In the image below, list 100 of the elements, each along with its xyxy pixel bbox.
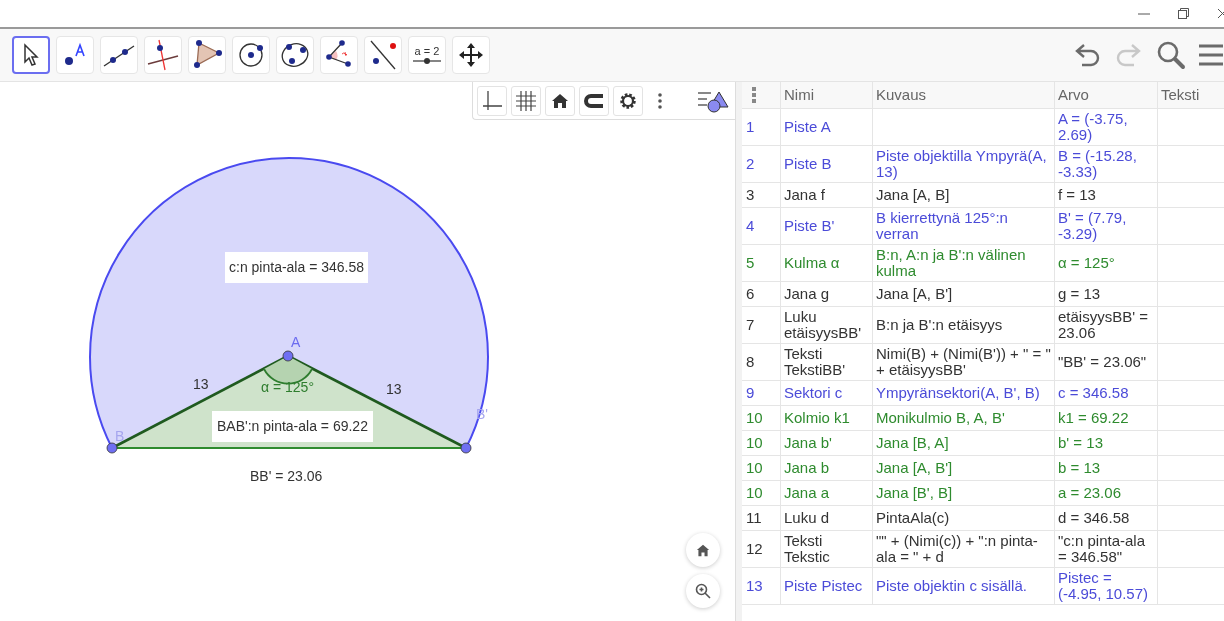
table-cell: Piste A	[780, 109, 872, 145]
table-cell-text: B kierrettynä 125°:n verran	[876, 210, 1009, 242]
table-cell: B' = (7.79, -3.29)	[1054, 208, 1157, 244]
table-cell: Teksti Tekstic	[780, 531, 872, 567]
home-icon	[696, 543, 710, 557]
table-cell: d = 346.58	[1054, 506, 1157, 530]
menu-button[interactable]	[1198, 43, 1224, 67]
more-icon	[658, 92, 662, 109]
table-cell: b' = 13	[1054, 431, 1157, 455]
row-number: 13	[745, 576, 764, 596]
table-cell: Piste Pistec	[780, 568, 872, 604]
table-cell: b = 13	[1054, 456, 1157, 480]
table-cell: Piste B'	[780, 208, 872, 244]
table-cell: Jana [A, B']	[876, 460, 953, 476]
table-cell: Jana [A, B']	[876, 286, 953, 302]
magnet-icon	[583, 91, 605, 110]
axes-icon	[481, 89, 503, 112]
tool-button[interactable]: a = 2	[408, 36, 446, 74]
column-header[interactable]: Kuvaus	[872, 82, 1054, 108]
row-number: 1	[745, 117, 756, 137]
table-cell: Piste B	[780, 146, 872, 182]
table-cell: g = 13	[1054, 282, 1157, 306]
circle-icon	[236, 40, 266, 70]
table-cell: "BB' = 23.06"	[1054, 344, 1157, 380]
tool-button[interactable]	[12, 36, 50, 74]
move-arrows-icon	[458, 42, 484, 68]
point[interactable]	[282, 350, 294, 362]
row-number: 10	[745, 483, 764, 503]
row-number: 6	[745, 284, 756, 304]
table-cell: Pistec = (-4.95, 10.57)	[1054, 568, 1157, 604]
restore-icon[interactable]	[1178, 8, 1189, 19]
table-cell: a = 23.06	[1054, 481, 1157, 505]
row-number: 7	[745, 315, 756, 335]
area-caption: c:n pinta-ala = 346.58	[225, 252, 369, 283]
segment-label: 13	[386, 380, 402, 399]
column-header[interactable]: Teksti	[1157, 82, 1224, 108]
drag-handle-icon[interactable]	[752, 87, 756, 103]
row-number: 12	[745, 539, 764, 559]
table-cell: Kulma α	[780, 245, 872, 281]
ellipse-icon	[279, 40, 311, 70]
area-caption: BAB':n pinta-ala = 69.22	[212, 411, 373, 442]
table-cell: Jana [A, B]	[876, 187, 950, 203]
row-number: 10	[745, 433, 764, 453]
row-number: 11	[745, 508, 763, 528]
home-button[interactable]	[686, 533, 720, 567]
home-button[interactable]	[545, 85, 575, 116]
row-number: 4	[745, 216, 756, 236]
settings-button[interactable]	[613, 85, 643, 116]
zoom-in-icon	[695, 583, 711, 599]
column-header[interactable]: Nimi	[780, 82, 872, 108]
table-cell: "c:n pinta-ala = 346.58"	[1054, 531, 1157, 567]
table-cell: Ympyränsektori(A, B', B)	[876, 385, 1040, 401]
home-icon	[551, 91, 569, 110]
table-cell: Nimi(B) + (Nimi(B')) + " = " + etäisyysBB'	[876, 346, 1051, 378]
table-cell: Luku etäisyysBB'	[780, 307, 872, 343]
gear-icon	[618, 90, 638, 111]
point[interactable]	[460, 442, 472, 454]
table-cell: PintaAla(c)	[876, 510, 950, 526]
table-cell: Sektori c	[780, 381, 872, 405]
row-number: 3	[745, 185, 756, 205]
close-icon[interactable]	[1217, 8, 1224, 19]
perpendicular-line-icon	[146, 38, 180, 72]
table-cell: B = (-15.28, -3.33)	[1054, 146, 1157, 182]
row-number: 10	[745, 408, 764, 428]
zoom-in-button[interactable]	[686, 574, 720, 608]
table-cell: Kolmio k1	[780, 406, 872, 430]
table-cell: B:n ja B':n etäisyys	[876, 317, 1003, 333]
magnet-button[interactable]	[579, 85, 609, 116]
row-number: 5	[745, 253, 756, 273]
table-cell: Jana a	[780, 481, 872, 505]
table-cell: Monikulmio B, A, B'	[876, 410, 1005, 426]
point-label: A	[291, 333, 301, 352]
table-cell: Piste objektin c sisällä.	[876, 578, 1027, 594]
table-cell: Jana [B', B]	[876, 485, 953, 501]
row-number: 9	[745, 383, 756, 403]
axes-button[interactable]	[477, 85, 507, 116]
table-cell: α = 125°	[1054, 245, 1157, 281]
row-number: 10	[745, 458, 764, 478]
triangle-icon	[191, 39, 223, 71]
table-cell: c = 346.58	[1054, 381, 1157, 405]
distance-caption: BB' = 23.06	[250, 467, 323, 486]
table-cell: Jana g	[780, 282, 872, 306]
table-cell: Teksti TekstiBB'	[780, 344, 872, 380]
table-cell: Jana [B, A]	[876, 435, 949, 451]
table-cell: etäisyysBB' = 23.06	[1054, 307, 1157, 343]
search-button[interactable]	[1156, 40, 1186, 70]
point[interactable]	[106, 442, 118, 454]
table-cell-text: Piste objektilla Ympyrä(A, 13)	[876, 148, 1048, 180]
row-number: 8	[745, 352, 756, 372]
segment-label: 13	[193, 375, 209, 394]
table-cell: Jana b	[780, 456, 872, 480]
column-header[interactable]: Arvo	[1054, 82, 1157, 108]
table-cell: Jana f	[780, 183, 872, 207]
grid-icon	[515, 89, 537, 112]
table-cell: k1 = 69.22	[1054, 406, 1157, 430]
table-cell: Jana b'	[780, 431, 872, 455]
grid-button[interactable]	[511, 85, 541, 116]
table-cell: f = 13	[1054, 183, 1157, 207]
table-cell: A = (-3.75, 2.69)	[1054, 109, 1157, 145]
table-cell-text: B:n, A:n ja B':n välinen kulma	[876, 247, 1027, 279]
